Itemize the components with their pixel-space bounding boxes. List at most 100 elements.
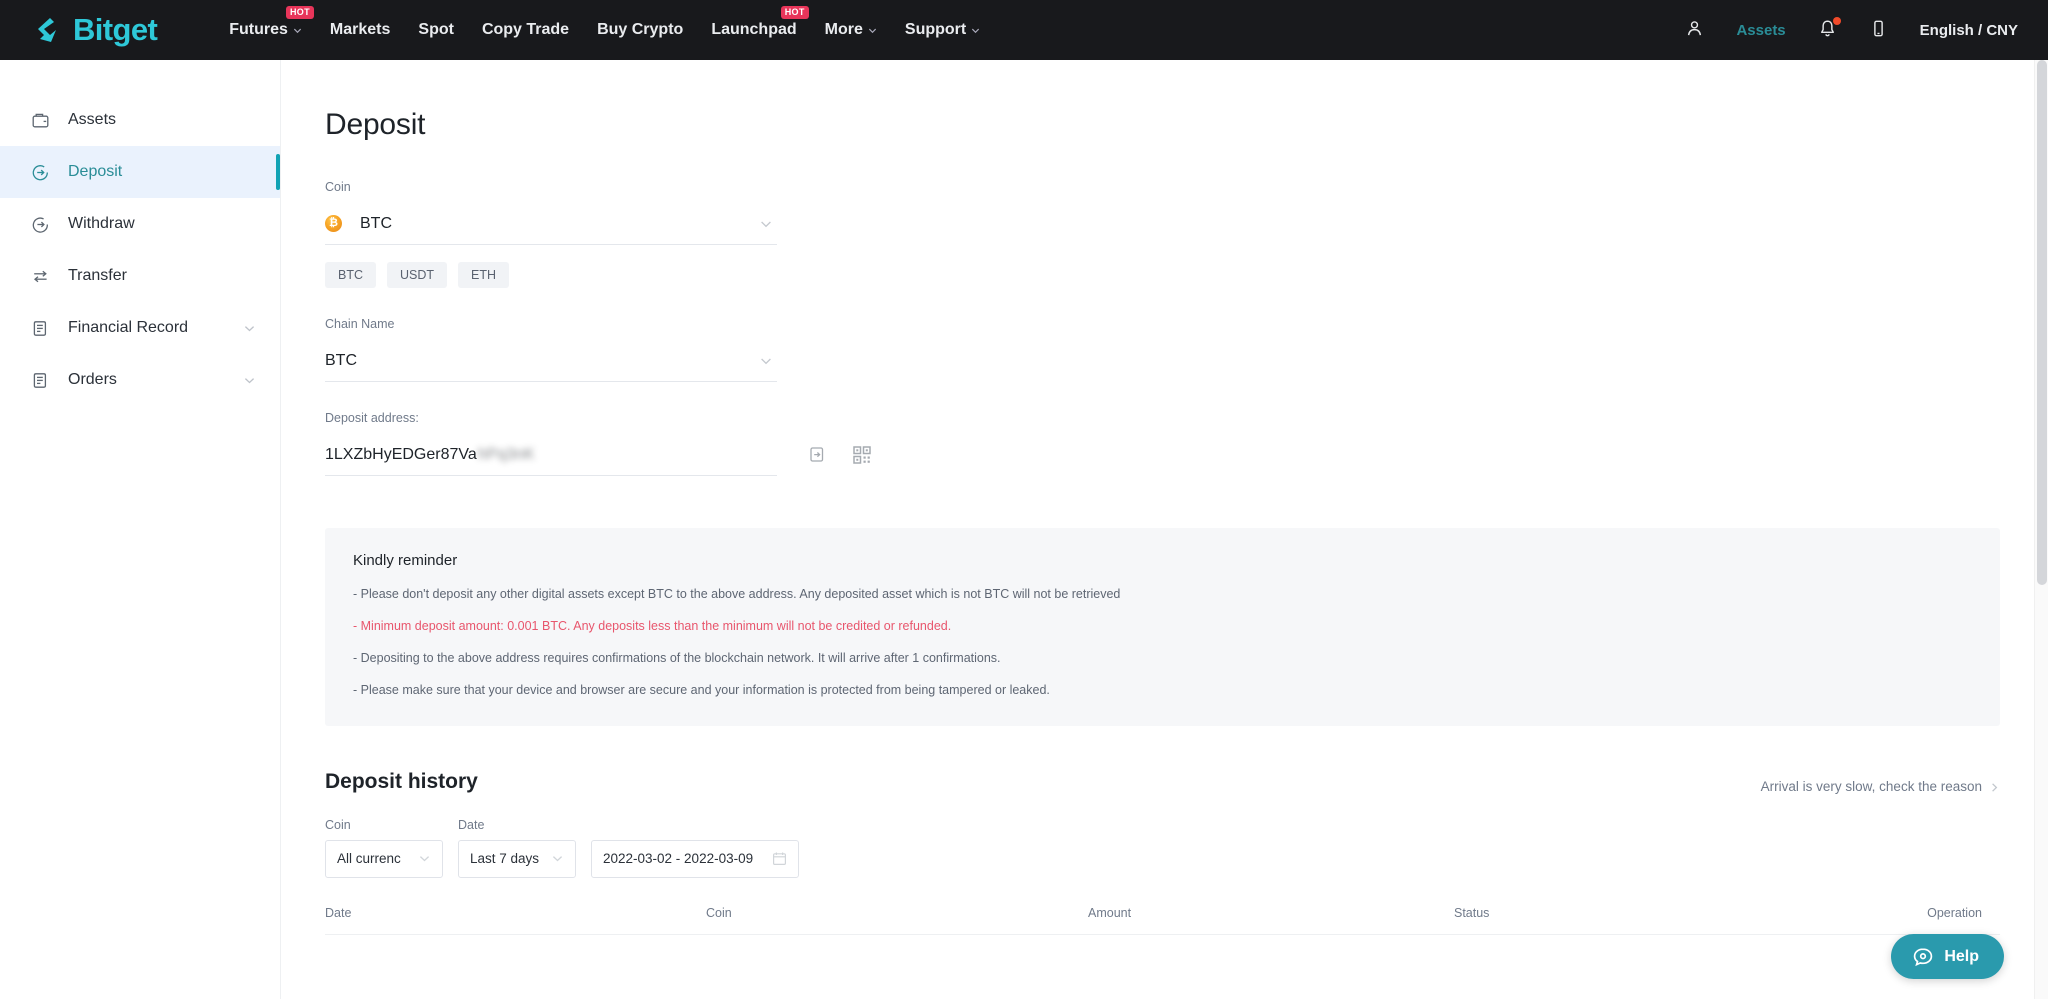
user-account-button[interactable] (1669, 0, 1720, 60)
record-icon (31, 319, 50, 338)
sidebar-item-transfer[interactable]: Transfer (0, 250, 280, 302)
reminder-title: Kindly reminder (353, 552, 458, 569)
deposit-history-title: Deposit history (325, 769, 478, 793)
date-preset-value: Last 7 days (470, 851, 540, 866)
chevron-down-icon (759, 217, 773, 231)
language-currency-selector[interactable]: English / CNY (1904, 0, 2024, 60)
deposit-address-masked-tail: hPq3nK (477, 445, 535, 463)
orders-icon (31, 371, 50, 390)
chain-field-label: Chain Name (325, 317, 395, 331)
chevron-down-icon (759, 354, 773, 368)
reminder-line-warning: - Minimum deposit amount: 0.001 BTC. Any… (353, 619, 952, 634)
sidebar-item-label: Orders (68, 371, 117, 388)
sidebar-nav: Assets Deposit Withdraw Transfer Financi… (0, 60, 281, 999)
btc-coin-icon (325, 215, 342, 232)
coin-filter-select[interactable]: All currenc (325, 839, 443, 878)
user-icon (1685, 19, 1704, 42)
date-filter-group: Date Last 7 days (458, 818, 576, 878)
reminder-line: - Please don't deposit any other digital… (353, 587, 1121, 601)
help-widget-label: Help (1944, 947, 1979, 965)
column-header-amount: Amount (1088, 905, 1132, 920)
kindly-reminder-panel: Kindly reminder - Please don't deposit a… (325, 528, 2000, 726)
coin-select-value: BTC (360, 214, 392, 232)
deposit-address-field[interactable]: 1LXZbHyEDGer87Va hPq3nK (325, 434, 777, 476)
nav-item-more[interactable]: More (811, 0, 891, 60)
sidebar-item-label: Withdraw (68, 215, 135, 232)
top-header: Bitget Futures HOT Markets Spot Copy Tra… (0, 0, 2048, 60)
nav-item-support[interactable]: Support (891, 0, 994, 60)
bitget-logo-icon (30, 13, 64, 47)
withdraw-icon (31, 215, 50, 234)
chevron-right-icon (1989, 781, 2000, 792)
chain-select-value: BTC (325, 351, 357, 369)
coin-select[interactable]: BTC (325, 203, 777, 245)
chevron-down-icon (243, 374, 256, 387)
coin-chip-usdt[interactable]: USDT (387, 262, 448, 288)
column-header-date: Date (325, 905, 352, 920)
coin-chip-eth[interactable]: ETH (458, 262, 510, 288)
nav-item-markets[interactable]: Markets (316, 0, 404, 60)
date-filter-label: Date (458, 817, 485, 832)
date-preset-select[interactable]: Last 7 days (458, 839, 576, 878)
nav-item-spot[interactable]: Spot (404, 0, 468, 60)
notifications-button[interactable] (1802, 0, 1853, 60)
sidebar-item-deposit[interactable]: Deposit (0, 146, 280, 198)
sidebar-item-label: Deposit (68, 163, 123, 180)
coin-filter-group: Coin All currenc (325, 818, 443, 878)
nav-label: Buy Crypto (597, 21, 684, 38)
notification-dot (1832, 17, 1841, 25)
nav-label: Spot (418, 21, 454, 38)
coin-field-label: Coin (325, 180, 351, 194)
date-range-picker[interactable]: 2022-03-02 - 2022-03-09 (591, 839, 799, 878)
sidebar-item-label: Financial Record (68, 319, 189, 336)
sidebar-item-withdraw[interactable]: Withdraw (0, 198, 280, 250)
bitget-logo-text: Bitget (73, 12, 158, 47)
nav-item-buy-crypto[interactable]: Buy Crypto (583, 0, 697, 60)
table-header-row: Date Coin Amount Status Operation (325, 906, 2000, 935)
hot-badge: HOT (780, 6, 809, 19)
qr-code-icon[interactable] (852, 445, 872, 465)
transfer-icon (31, 267, 50, 286)
reminder-line: - Depositing to the above address requir… (353, 651, 1001, 666)
nav-item-copy-trade[interactable]: Copy Trade (468, 0, 583, 60)
chevron-down-icon (868, 26, 877, 35)
column-header-operation: Operation (1927, 905, 1982, 920)
column-header-coin: Coin (706, 905, 732, 920)
sidebar-item-assets[interactable]: Assets (0, 94, 280, 146)
reminder-line: - Please make sure that your device and … (353, 683, 1050, 698)
deposit-icon (31, 163, 50, 182)
page-title: Deposit (325, 108, 426, 141)
coin-chip-btc[interactable]: BTC (325, 262, 376, 288)
nav-label: More (824, 21, 863, 38)
chain-select[interactable]: BTC (325, 340, 777, 382)
wallet-icon (31, 111, 50, 130)
sidebar-item-orders[interactable]: Orders (0, 354, 280, 406)
header-assets-link[interactable]: Assets (1720, 0, 1801, 60)
coin-filter-label: Coin (325, 817, 351, 832)
chevron-down-icon (243, 322, 256, 335)
arrival-slow-link[interactable]: Arrival is very slow, check the reason (1761, 779, 2000, 794)
copy-icon[interactable] (808, 445, 828, 465)
page-body: Assets Deposit Withdraw Transfer Financi… (0, 60, 2048, 999)
help-widget-button[interactable]: Help (1891, 934, 2004, 979)
main-content: Deposit Coin BTC BTC USDT ETH (281, 60, 2048, 999)
deposit-history-table: Date Coin Amount Status Operation (325, 906, 2000, 935)
nav-item-futures[interactable]: Futures HOT (215, 0, 316, 60)
calendar-icon (772, 851, 787, 866)
coin-quick-chips: BTC USDT ETH (325, 262, 2024, 288)
date-range-value: 2022-03-02 - 2022-03-09 (603, 851, 754, 866)
page-scrollbar[interactable] (2034, 60, 2048, 999)
bitget-logo[interactable]: Bitget (30, 12, 158, 48)
scrollbar-thumb[interactable] (2037, 60, 2047, 585)
sidebar-item-financial-record[interactable]: Financial Record (0, 302, 280, 354)
mobile-app-button[interactable] (1853, 0, 1904, 60)
arrival-slow-link-label: Arrival is very slow, check the reason (1760, 778, 1982, 794)
chevron-down-icon (418, 852, 431, 865)
hot-badge: HOT (286, 6, 314, 19)
header-right-tools: Assets English / CNY (1669, 0, 2024, 60)
main-nav: Futures HOT Markets Spot Copy Trade Buy … (215, 0, 994, 60)
phone-icon (1869, 19, 1888, 42)
chevron-down-icon (971, 26, 980, 35)
nav-item-launchpad[interactable]: Launchpad HOT (697, 0, 810, 60)
deposit-address-value: 1LXZbHyEDGer87Va (325, 445, 477, 463)
